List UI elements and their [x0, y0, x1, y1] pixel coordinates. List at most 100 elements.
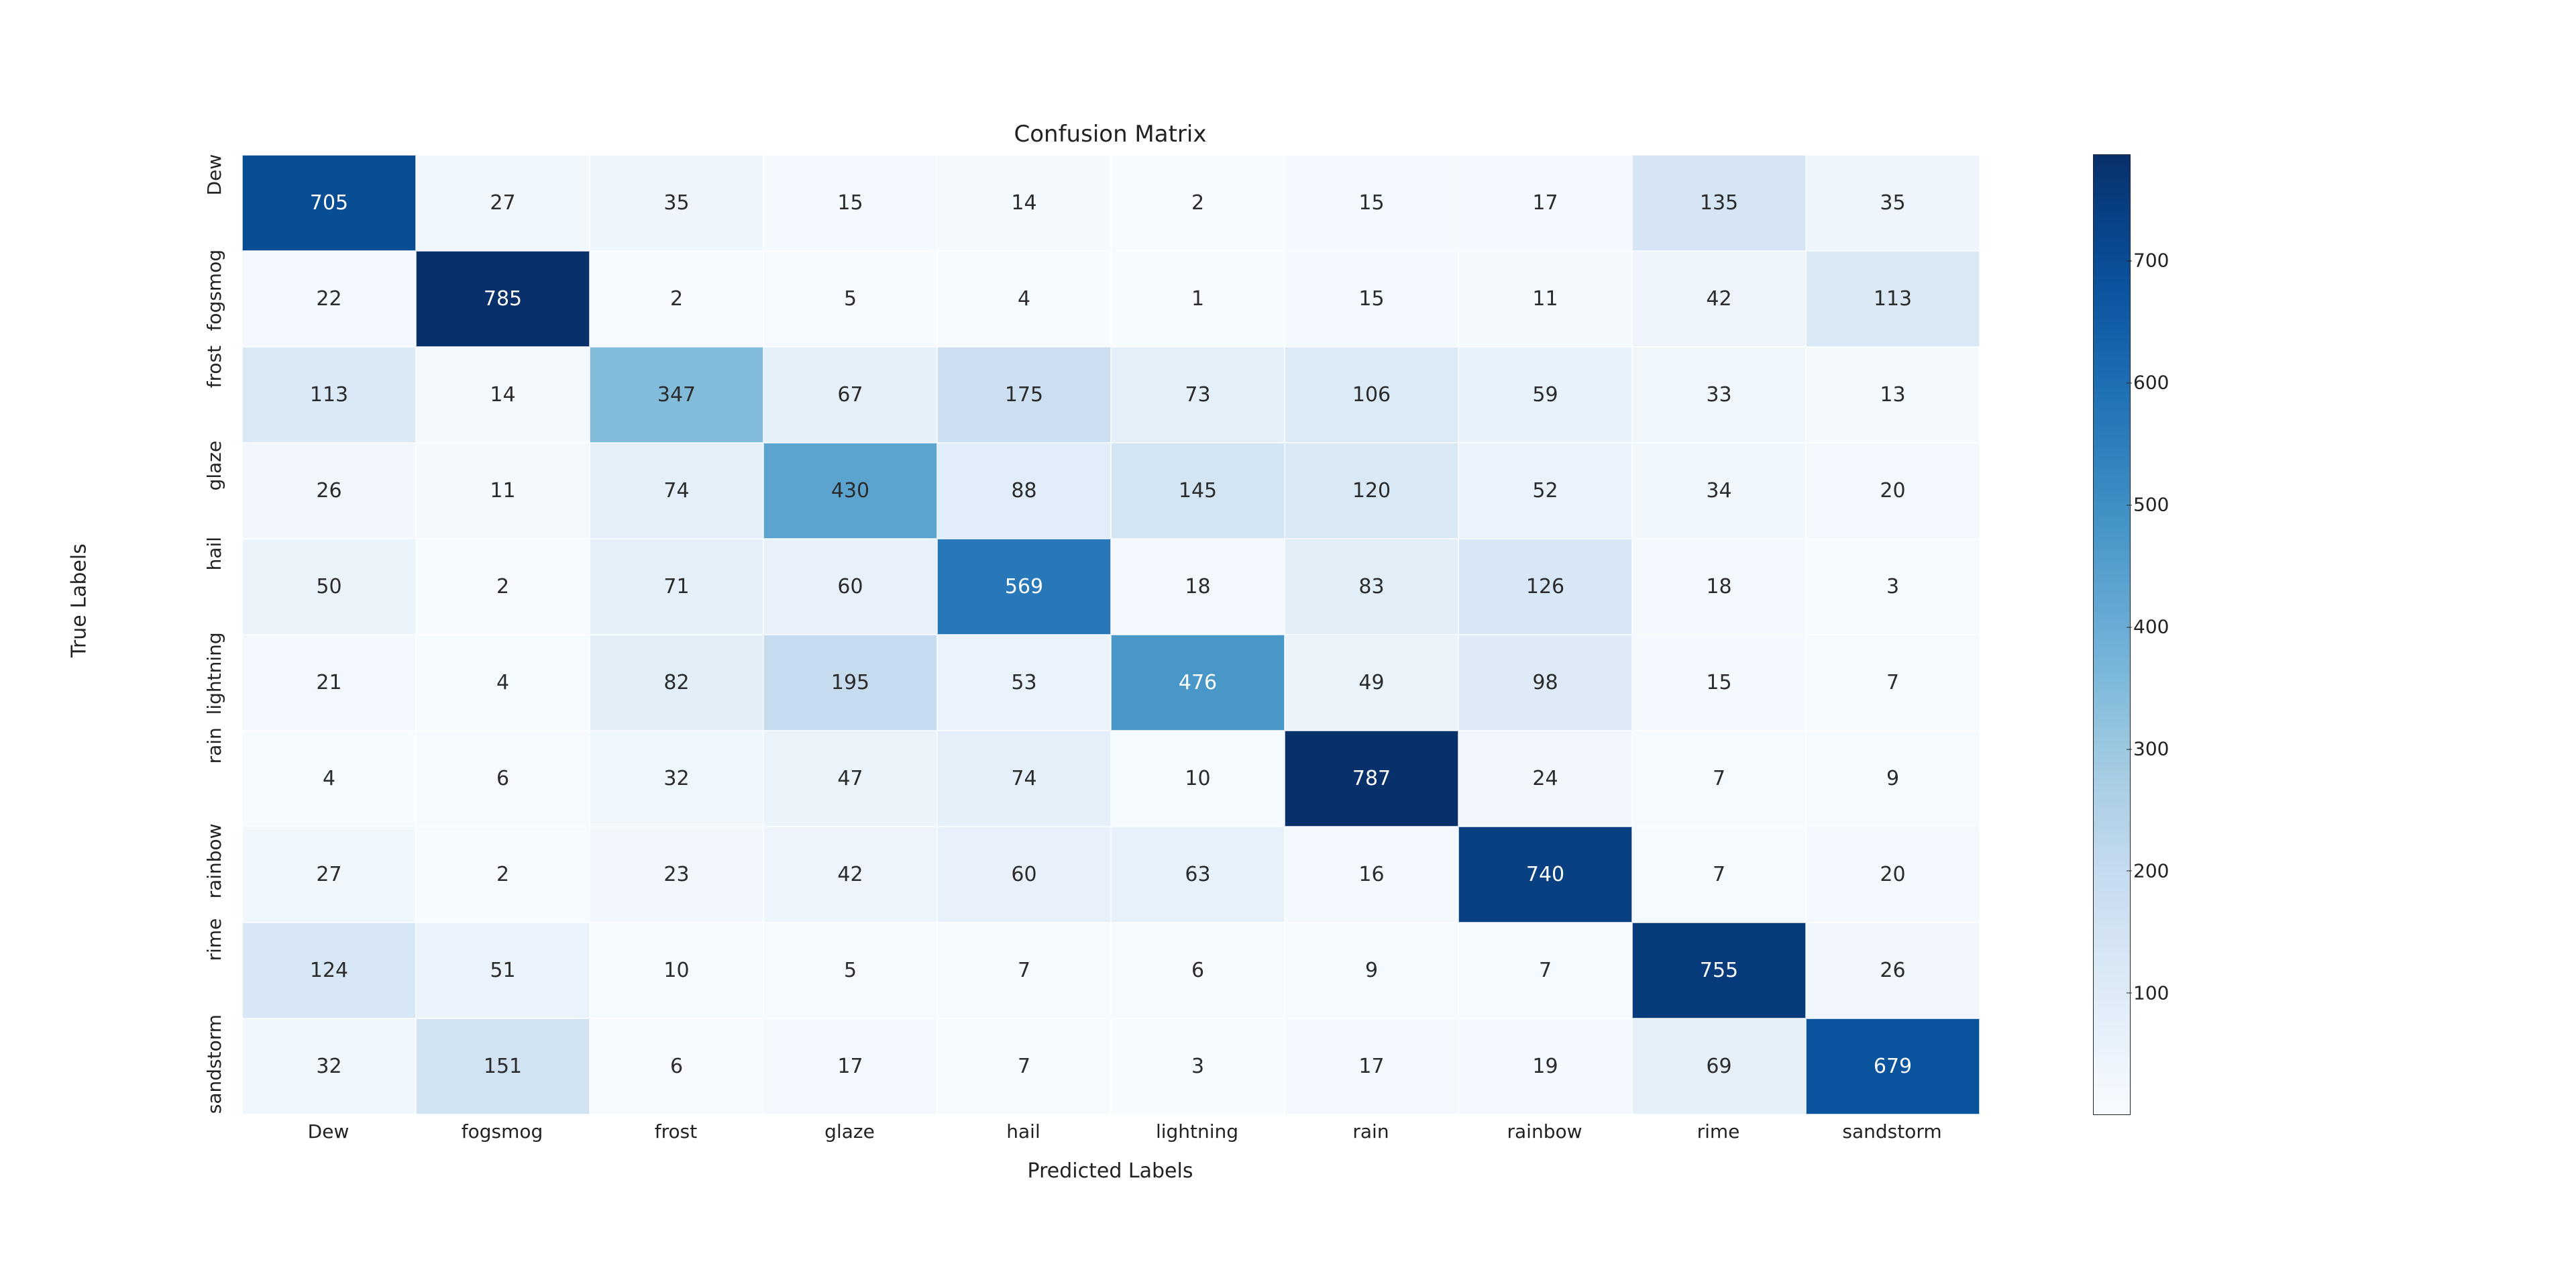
heatmap-cell: 26 — [1806, 923, 1980, 1018]
y-tick: frost — [203, 346, 225, 441]
heatmap-cell: 42 — [763, 827, 937, 923]
heatmap-cell: 83 — [1285, 539, 1458, 635]
heatmap-cell: 151 — [416, 1018, 590, 1114]
colorbar-ticks: 100200300400500600700 — [2133, 154, 2214, 1114]
heatmap-cell: 32 — [242, 1018, 416, 1114]
heatmap-cell: 14 — [937, 155, 1111, 251]
x-tick: frost — [589, 1120, 763, 1150]
heatmap-cell: 126 — [1458, 539, 1632, 635]
heatmap-cell: 74 — [590, 443, 763, 539]
heatmap-cell: 26 — [242, 443, 416, 539]
y-tick: hail — [203, 537, 225, 632]
heatmap-cell: 5 — [763, 923, 937, 1018]
heatmap-cell: 1 — [1111, 251, 1285, 347]
heatmap-cell: 73 — [1111, 347, 1285, 443]
colorbar-tick: 700 — [2133, 250, 2169, 272]
heatmap-cell: 33 — [1632, 347, 1806, 443]
x-axis-label: Predicted Labels — [241, 1159, 1979, 1183]
x-tick: Dew — [241, 1120, 415, 1150]
x-tick: hail — [936, 1120, 1110, 1150]
y-tick-labels: Dewfogsmogfrostglazehaillightningrainrai… — [105, 154, 225, 1114]
heatmap-cell: 7 — [1806, 635, 1980, 731]
heatmap-cell: 195 — [763, 635, 937, 731]
heatmap-cell: 52 — [1458, 443, 1632, 539]
heatmap-cell: 11 — [1458, 251, 1632, 347]
heatmap-cell: 51 — [416, 923, 590, 1018]
heatmap-cell: 35 — [1806, 155, 1980, 251]
x-tick: sandstorm — [1805, 1120, 1979, 1150]
heatmap-cell: 755 — [1632, 923, 1806, 1018]
heatmap-cell: 27 — [242, 827, 416, 923]
heatmap-cell: 569 — [937, 539, 1111, 635]
colorbar-tick: 200 — [2133, 859, 2169, 882]
heatmap-cell: 120 — [1285, 443, 1458, 539]
chart-title: Confusion Matrix — [241, 121, 1979, 148]
colorbar-tick: 400 — [2133, 616, 2169, 638]
heatmap-cell: 17 — [1458, 155, 1632, 251]
heatmap-cell: 9 — [1806, 731, 1980, 827]
heatmap-cell: 476 — [1111, 635, 1285, 731]
heatmap-cell: 15 — [1285, 155, 1458, 251]
heatmap-cell: 3 — [1111, 1018, 1285, 1114]
heatmap-cell: 4 — [937, 251, 1111, 347]
heatmap-cell: 60 — [937, 827, 1111, 923]
colorbar-tick: 100 — [2133, 982, 2169, 1004]
x-tick: rime — [1631, 1120, 1805, 1150]
heatmap-cell: 15 — [1632, 635, 1806, 731]
heatmap-cell: 175 — [937, 347, 1111, 443]
heatmap-cell: 20 — [1806, 443, 1980, 539]
y-tick: rainbow — [203, 823, 225, 918]
y-tick: Dew — [203, 154, 225, 250]
x-tick-labels: Dewfogsmogfrostglazehaillightningrainrai… — [241, 1120, 1979, 1150]
heatmap-cell: 32 — [590, 731, 763, 827]
heatmap-cell: 71 — [590, 539, 763, 635]
y-tick: lightning — [203, 632, 225, 727]
heatmap-cell: 3 — [1806, 539, 1980, 635]
heatmap-cell: 69 — [1632, 1018, 1806, 1114]
heatmap-cell: 135 — [1632, 155, 1806, 251]
heatmap-cell: 7 — [1458, 923, 1632, 1018]
heatmap-cell: 705 — [242, 155, 416, 251]
heatmap-cell: 6 — [1111, 923, 1285, 1018]
heatmap-cell: 42 — [1632, 251, 1806, 347]
heatmap-cell: 17 — [763, 1018, 937, 1114]
heatmap-cell: 7 — [1632, 731, 1806, 827]
heatmap-cell: 47 — [763, 731, 937, 827]
heatmap-cell: 2 — [416, 827, 590, 923]
heatmap-cell: 67 — [763, 347, 937, 443]
heatmap-cell: 106 — [1285, 347, 1458, 443]
heatmap-cell: 27 — [416, 155, 590, 251]
heatmap-cell: 60 — [763, 539, 937, 635]
heatmap-cell: 63 — [1111, 827, 1285, 923]
heatmap-cell: 74 — [937, 731, 1111, 827]
heatmap-cell: 10 — [590, 923, 763, 1018]
heatmap-cell: 21 — [242, 635, 416, 731]
heatmap-cell: 2 — [1111, 155, 1285, 251]
heatmap-cell: 785 — [416, 251, 590, 347]
colorbar-tick: 600 — [2133, 372, 2169, 394]
y-tick: rain — [203, 727, 225, 823]
heatmap-cell: 4 — [242, 731, 416, 827]
colorbar-tick: 300 — [2133, 738, 2169, 760]
heatmap-cell: 7 — [937, 1018, 1111, 1114]
y-tick: rime — [203, 918, 225, 1014]
heatmap-cell: 787 — [1285, 731, 1458, 827]
heatmap-cell: 2 — [590, 251, 763, 347]
y-tick: sandstorm — [203, 1014, 225, 1114]
heatmap-cell: 740 — [1458, 827, 1632, 923]
heatmap-cell: 18 — [1111, 539, 1285, 635]
heatmap-cell: 11 — [416, 443, 590, 539]
heatmap-grid: 7052735151421517135352278525411511421131… — [241, 154, 1980, 1115]
heatmap-cell: 430 — [763, 443, 937, 539]
x-tick: rain — [1284, 1120, 1458, 1150]
heatmap-cell: 2 — [416, 539, 590, 635]
x-tick: glaze — [763, 1120, 936, 1150]
heatmap-cell: 98 — [1458, 635, 1632, 731]
x-tick: lightning — [1110, 1120, 1284, 1150]
heatmap-cell: 15 — [763, 155, 937, 251]
heatmap-cell: 6 — [590, 1018, 763, 1114]
heatmap-cell: 34 — [1632, 443, 1806, 539]
heatmap-cell: 59 — [1458, 347, 1632, 443]
heatmap-cell: 23 — [590, 827, 763, 923]
heatmap-cell: 19 — [1458, 1018, 1632, 1114]
